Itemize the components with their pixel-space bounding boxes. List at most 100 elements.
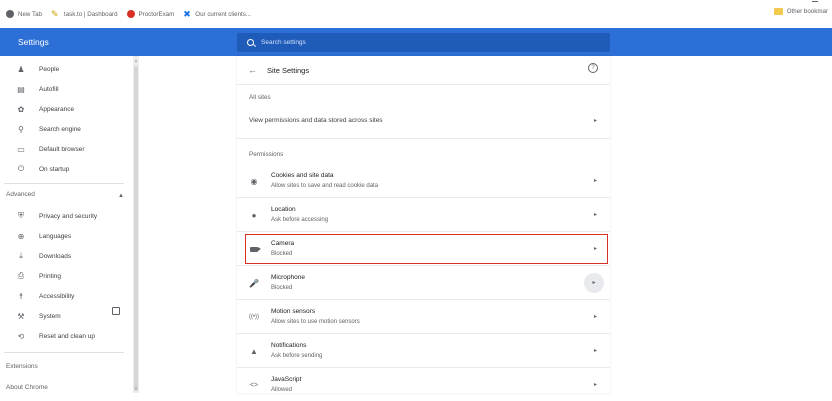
sidebar-item-appearance[interactable]: ✿ Appearance [0, 99, 125, 119]
bookmark-proctorexam[interactable]: ProctorExam [126, 10, 175, 18]
sidebar-item-label: Languages [39, 232, 72, 240]
permission-title: Cookies and site data [271, 172, 334, 179]
chevron-right-icon: ▸ [593, 348, 597, 354]
permission-row-motion-sensors[interactable]: ((•)) Motion sensors Allow sites to use … [237, 301, 610, 333]
bookmark-label: task.to | Dashboard [63, 10, 118, 18]
sidebar: ♟ People ▤ Autofill ✿ Appearance ⚲ Searc… [0, 56, 133, 393]
sidebar-item-label: Printing [39, 272, 62, 280]
sidebar-item-label: Default browser [39, 145, 85, 153]
sidebar-item-label: People [39, 65, 60, 73]
sidebar-item-accessibility[interactable]: ☨ Accessibility [0, 286, 125, 306]
sidebar-item-label: Autofill [39, 85, 59, 93]
permission-row-cookies[interactable]: ◉ Cookies and site data Allow sites to s… [237, 165, 610, 197]
sidebar-item-label: On startup [39, 165, 70, 173]
accessibility-icon: ☨ [18, 291, 24, 301]
sidebar-item-reset[interactable]: ⟲ Reset and clean up [0, 326, 125, 346]
browser-icon: ▭ [17, 144, 25, 154]
sidebar-item-extensions[interactable]: Extensions [6, 363, 38, 370]
cookie-icon: ◉ [250, 176, 258, 186]
sidebar-item-autofill[interactable]: ▤ Autofill [0, 79, 125, 99]
permission-row-notifications[interactable]: ▲ Notifications Ask before sending ▸ [237, 335, 610, 367]
sidebar-item-about-chrome[interactable]: About Chrome [6, 384, 48, 391]
bookmark-task-dashboard[interactable]: ✎ task.to | Dashboard [51, 10, 118, 19]
proctorexam-icon [126, 10, 135, 18]
bookmark-label: New Tab [18, 10, 42, 18]
all-sites-heading: All sites [249, 94, 271, 101]
sidebar-item-default-browser[interactable]: ▭ Default browser [0, 139, 125, 159]
sidebar-item-on-startup[interactable]: ⏻ On startup [0, 159, 125, 179]
permission-status: Ask before sending [271, 353, 323, 359]
bookmark-clients[interactable]: ✖ Our current clients... [183, 9, 251, 19]
divider [237, 367, 610, 368]
clients-icon: ✖ [183, 9, 191, 19]
divider [237, 333, 610, 334]
search-icon: ⚲ [18, 124, 24, 134]
divider [237, 299, 610, 300]
back-arrow-icon[interactable]: ← [248, 65, 257, 75]
view-permissions-label: View permissions and data stored across … [249, 116, 383, 124]
sidebar-item-printing[interactable]: ⎙ Printing [0, 266, 125, 286]
sidebar-scrollbar-thumb[interactable] [134, 66, 138, 391]
caret-up-icon[interactable]: ▲ [118, 193, 124, 199]
sidebar-item-label: Downloads [39, 252, 72, 260]
settings-header: Settings [0, 28, 832, 56]
permission-status: Allow sites to use motion sensors [271, 319, 360, 325]
chevron-right-icon: ▸ [593, 117, 597, 124]
camera-highlight-box [245, 234, 608, 264]
download-icon: ⤓ [19, 251, 23, 260]
shield-icon: ⛨ [18, 211, 24, 220]
printer-icon: ⎙ [17, 271, 25, 280]
divider [237, 197, 610, 198]
sidebar-item-downloads[interactable]: ⤓ Downloads [0, 246, 125, 266]
sidebar-item-search-engine[interactable]: ⚲ Search engine [0, 119, 125, 139]
microphone-icon: 🎤 [249, 278, 259, 288]
settings-title: Settings [18, 37, 49, 47]
sidebar-item-languages[interactable]: ⊕ Languages [0, 226, 125, 246]
permission-title: Microphone [271, 274, 305, 281]
permission-row-location[interactable]: ● Location Ask before accessing ▸ [237, 199, 610, 231]
sidebar-divider [4, 183, 124, 184]
permission-status: Ask before accessing [271, 217, 329, 223]
permission-title: Location [271, 206, 296, 213]
bookmark-label: Our current clients... [195, 10, 251, 18]
search-input[interactable] [261, 39, 561, 46]
bookmarks-bar: New Tab ✎ task.to | Dashboard ProctorExa… [0, 0, 832, 28]
page-title: Site Settings [267, 66, 310, 75]
permission-row-microphone[interactable]: 🎤 Microphone Blocked ▸ [237, 267, 610, 299]
clipboard-icon: ▤ [17, 84, 25, 94]
permission-title: JavaScript [271, 376, 302, 383]
chevron-right-icon: ▸ [593, 178, 597, 184]
sidebar-item-system[interactable]: ⚒ System [0, 306, 125, 326]
code-icon: <> [249, 381, 259, 389]
globe-icon: ⊕ [17, 231, 25, 241]
bookmark-new-tab[interactable]: New Tab [6, 10, 42, 18]
sidebar-item-people[interactable]: ♟ People [0, 59, 125, 79]
scroll-up-icon[interactable]: ▲ [134, 58, 138, 63]
permissions-heading: Permissions [249, 151, 284, 158]
permission-row-javascript[interactable]: <> JavaScript Allowed ▸ [237, 369, 610, 401]
view-permissions-row[interactable]: View permissions and data stored across … [237, 110, 610, 130]
site-settings-card: ← Site Settings ? All sites View permiss… [237, 56, 610, 393]
person-icon: ♟ [17, 64, 25, 74]
scroll-down-icon[interactable]: ▼ [134, 386, 138, 391]
divider [237, 138, 610, 139]
palette-icon: ✿ [17, 104, 25, 114]
bell-icon: ▲ [250, 346, 258, 356]
divider [237, 84, 610, 85]
restore-icon: ⟲ [17, 331, 25, 341]
bookmark-label: ProctorExam [138, 10, 175, 18]
permission-title: Notifications [271, 342, 307, 349]
open-in-new-icon[interactable] [112, 307, 120, 315]
sidebar-section-advanced[interactable]: Advanced [6, 191, 35, 198]
sidebar-item-label: Accessibility [39, 292, 75, 300]
chevron-right-icon: ▸ [584, 273, 604, 293]
help-icon[interactable]: ? [588, 63, 598, 73]
sidebar-item-label: Reset and clean up [39, 332, 96, 340]
sidebar-item-privacy[interactable]: ⛨ Privacy and security [0, 206, 125, 226]
search-icon [247, 39, 254, 46]
window-minimize-icon[interactable] [812, 1, 818, 2]
other-bookmarks[interactable]: Other bookmar [773, 8, 828, 15]
sidebar-item-label: System [39, 312, 61, 320]
new-tab-icon [6, 10, 14, 18]
search-box[interactable] [237, 33, 610, 52]
